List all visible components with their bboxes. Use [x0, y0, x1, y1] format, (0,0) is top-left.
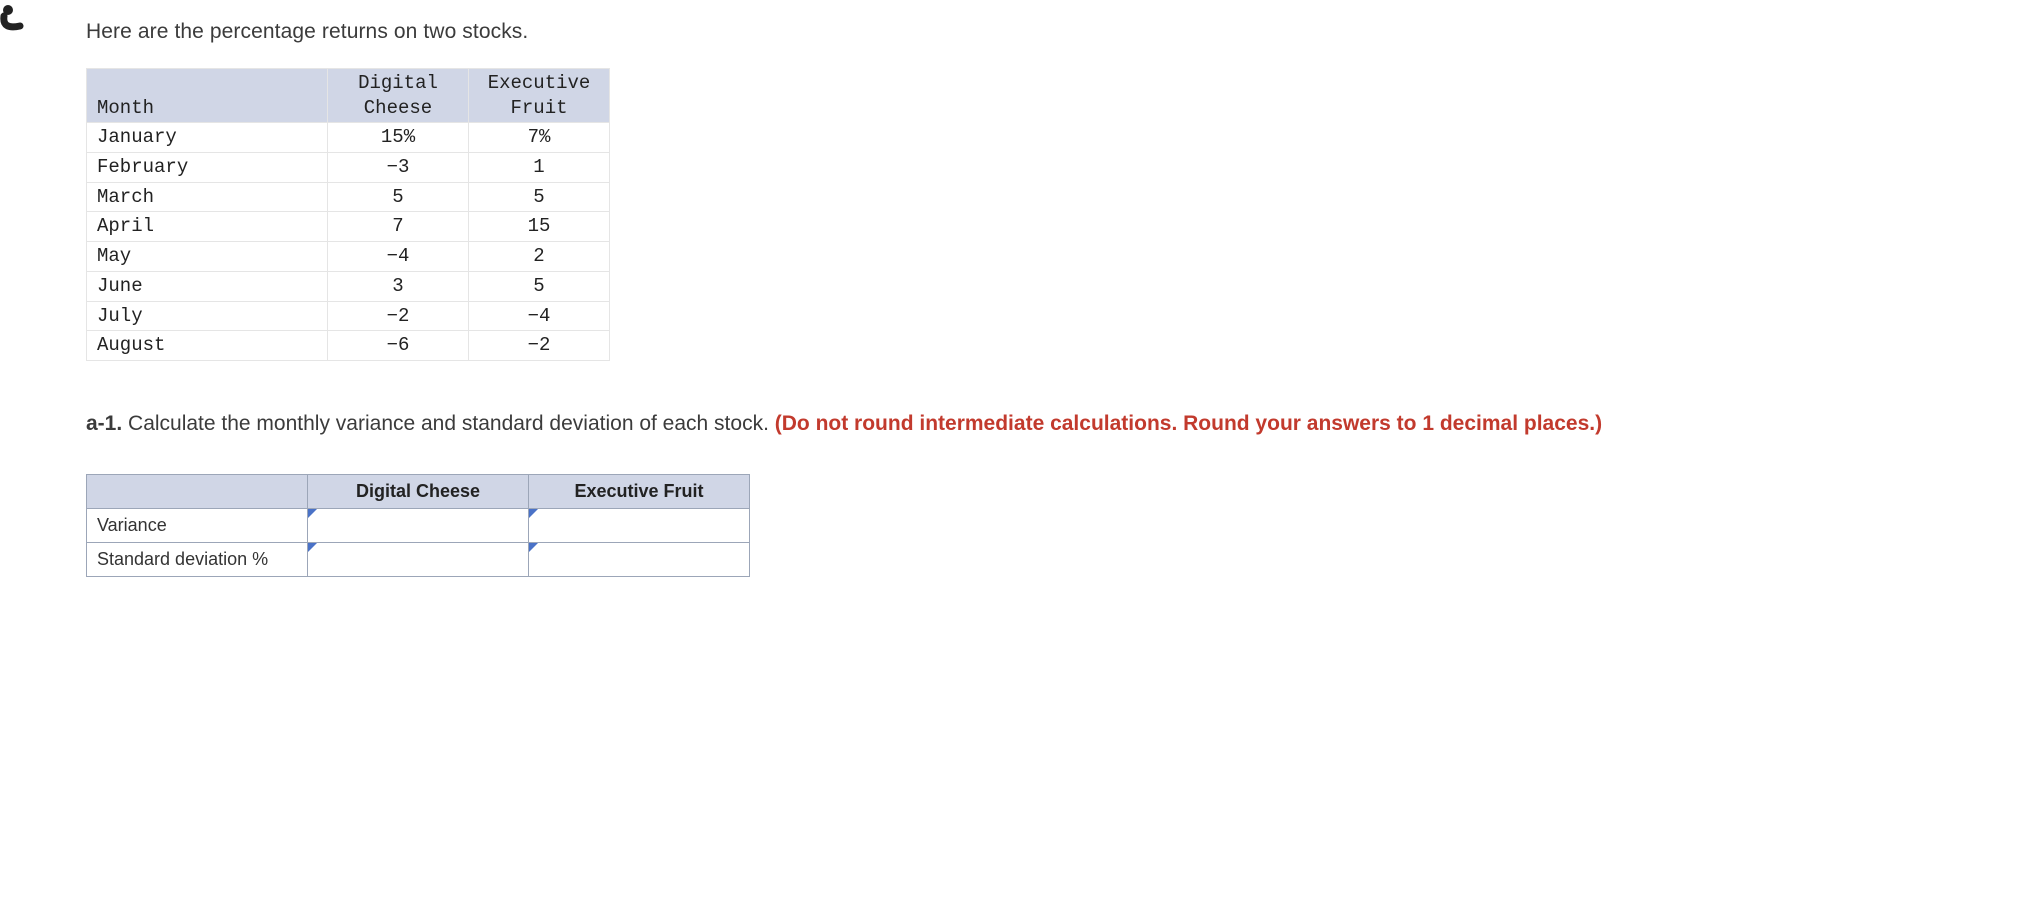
stddev-digital-cell	[308, 543, 529, 577]
col-month-header: Month	[87, 69, 328, 123]
answer-col-fruit: Executive Fruit	[529, 475, 750, 509]
month-cell: July	[87, 301, 328, 331]
question-a1: a-1. Calculate the monthly variance and …	[86, 409, 1978, 438]
stddev-fruit-input[interactable]	[529, 543, 749, 576]
returns-data-table: Month DigitalCheese ExecutiveFruit Janua…	[86, 68, 610, 361]
row-label-variance: Variance	[87, 509, 308, 543]
variance-digital-input[interactable]	[308, 509, 528, 542]
returns-data-body: January15%7%February−31March55April715Ma…	[87, 123, 610, 361]
stddev-digital-input[interactable]	[308, 543, 528, 576]
digital-cell: −3	[328, 153, 469, 183]
month-cell: June	[87, 271, 328, 301]
answer-row-stddev: Standard deviation %	[87, 543, 750, 577]
fruit-cell: −2	[469, 331, 610, 361]
col-fruit-header: ExecutiveFruit	[469, 69, 610, 123]
digital-cell: 15%	[328, 123, 469, 153]
month-cell: August	[87, 331, 328, 361]
intro-text: Here are the percentage returns on two s…	[86, 20, 1978, 44]
digital-cell: 7	[328, 212, 469, 242]
month-cell: March	[87, 182, 328, 212]
question-body: Calculate the monthly variance and stand…	[122, 412, 775, 435]
fruit-cell: 7%	[469, 123, 610, 153]
answer-table: Digital Cheese Executive Fruit Variance …	[86, 474, 750, 577]
table-row: June35	[87, 271, 610, 301]
digital-cell: −6	[328, 331, 469, 361]
stddev-fruit-cell	[529, 543, 750, 577]
row-label-stddev: Standard deviation %	[87, 543, 308, 577]
digital-cell: 5	[328, 182, 469, 212]
month-cell: February	[87, 153, 328, 183]
fruit-cell: 5	[469, 182, 610, 212]
variance-digital-cell	[308, 509, 529, 543]
col-digital-header: DigitalCheese	[328, 69, 469, 123]
month-cell: May	[87, 242, 328, 272]
fruit-cell: 15	[469, 212, 610, 242]
table-row: May−42	[87, 242, 610, 272]
month-cell: April	[87, 212, 328, 242]
table-row: April715	[87, 212, 610, 242]
variance-fruit-cell	[529, 509, 750, 543]
answer-row-variance: Variance	[87, 509, 750, 543]
table-row: July−2−4	[87, 301, 610, 331]
variance-fruit-input[interactable]	[529, 509, 749, 542]
question-prefix: a-1.	[86, 412, 122, 435]
question-emphasis: (Do not round intermediate calculations.…	[775, 412, 1602, 435]
fruit-cell: 2	[469, 242, 610, 272]
fruit-cell: −4	[469, 301, 610, 331]
table-row: January15%7%	[87, 123, 610, 153]
question-content: Here are the percentage returns on two s…	[86, 20, 2018, 577]
table-row: March55	[87, 182, 610, 212]
table-row: August−6−2	[87, 331, 610, 361]
fruit-cell: 1	[469, 153, 610, 183]
table-row: February−31	[87, 153, 610, 183]
digital-cell: 3	[328, 271, 469, 301]
answer-blank-header	[87, 475, 308, 509]
question-number-badge	[0, 4, 28, 32]
digital-cell: −4	[328, 242, 469, 272]
answer-col-digital: Digital Cheese	[308, 475, 529, 509]
fruit-cell: 5	[469, 271, 610, 301]
month-cell: January	[87, 123, 328, 153]
digital-cell: −2	[328, 301, 469, 331]
